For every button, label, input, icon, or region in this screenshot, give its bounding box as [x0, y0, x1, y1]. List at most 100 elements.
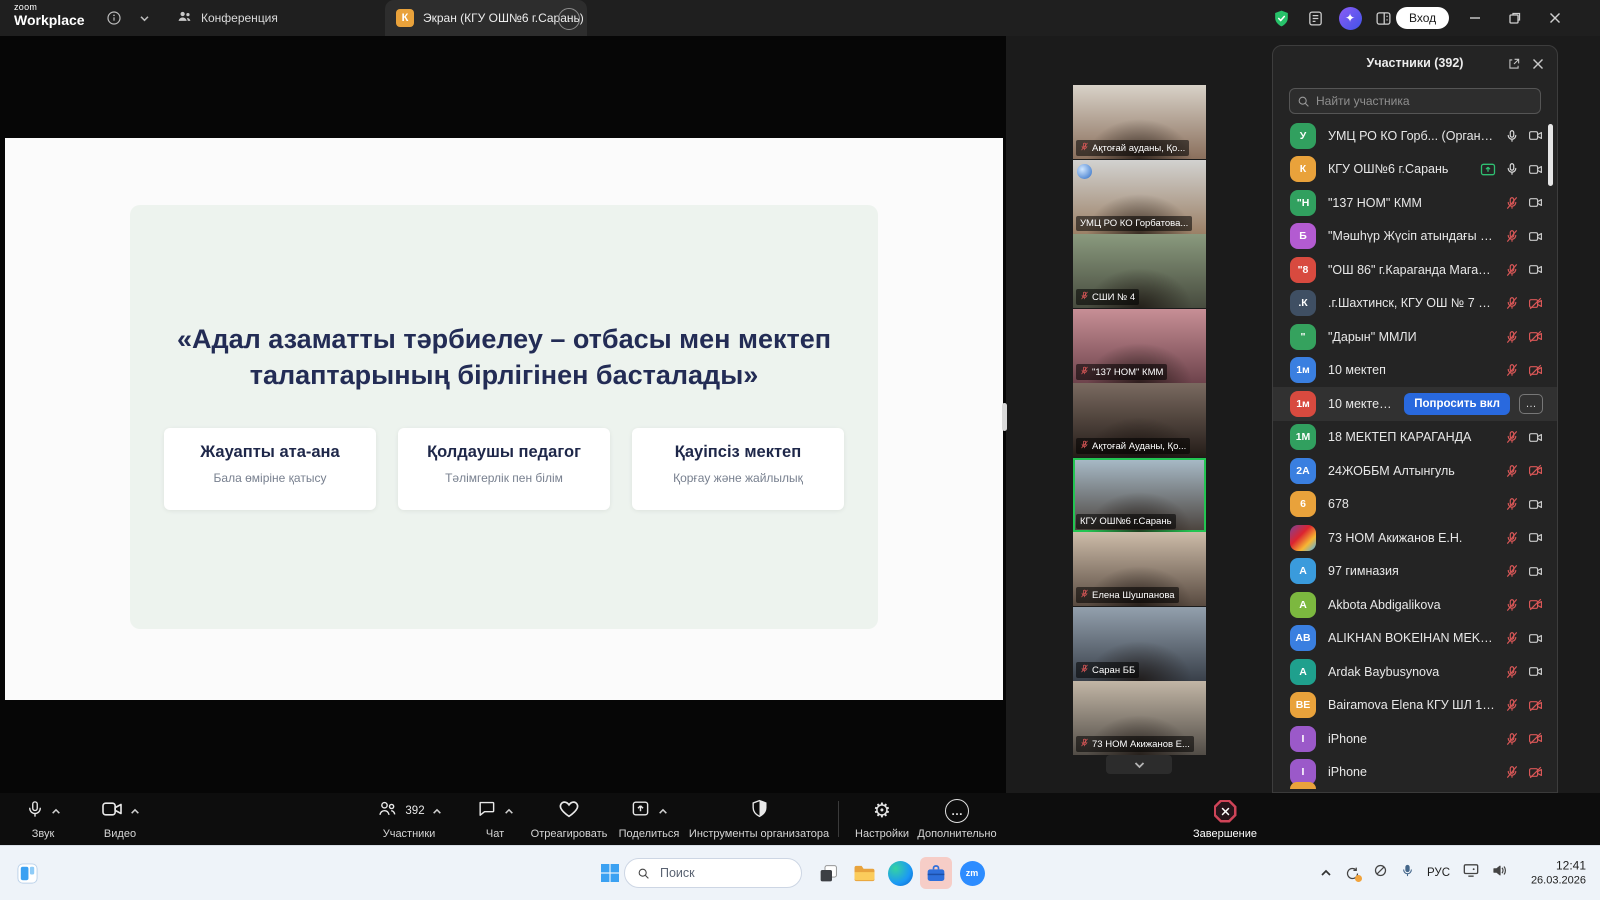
participant-row[interactable]: IiPhone [1273, 756, 1557, 790]
filmstrip-scroll-down-button[interactable] [1106, 755, 1172, 774]
tab-more-icon[interactable]: … [558, 8, 580, 30]
participant-row[interactable]: УУМЦ РО КО Горб... (Организатор, я) [1273, 119, 1557, 153]
start-button[interactable] [594, 846, 626, 900]
tray-chevron-up-icon[interactable] [1320, 864, 1332, 882]
video-tile[interactable]: Елена Шушпанова [1073, 532, 1206, 606]
mic-muted-icon [1080, 366, 1089, 378]
apps-icon[interactable] [1370, 0, 1396, 36]
video-tile[interactable]: УМЦ РО КО Горбатова... [1073, 160, 1206, 234]
signin-button[interactable]: Вход [1396, 7, 1449, 29]
panel-close-icon[interactable] [1529, 55, 1547, 73]
end-meeting-button[interactable]: Завершение [1184, 799, 1266, 840]
video-tile-nameplate: Ақтоғай ауданы, Қо... [1076, 140, 1189, 156]
participant-row[interactable]: "8"ОШ 86" г.Караганда Магавьянова ... [1273, 253, 1557, 287]
tray-mic-icon[interactable] [1401, 863, 1414, 883]
participant-name: .г.Шахтинск, КГУ ОШ № 7 Даниленк... [1328, 296, 1497, 310]
participant-row[interactable]: "Н"137 НОМ" КММ [1273, 186, 1557, 220]
participant-row[interactable]: 1м10 мектеп әлеуметті...Попросить вкл… [1273, 387, 1557, 421]
chevron-down-icon[interactable] [132, 0, 156, 36]
audio-button[interactable]: Звук [14, 799, 72, 840]
participant-row[interactable]: 1м10 мектеп [1273, 354, 1557, 388]
tab-screen-share[interactable]: К Экран (КГУ ОШ№6 г.Сарань) [385, 0, 587, 36]
participant-row[interactable]: 6678 [1273, 488, 1557, 522]
video-tile[interactable]: СШИ № 4 [1073, 234, 1206, 308]
slide-scrollbar[interactable] [1002, 403, 1007, 431]
mic-muted-icon [1505, 229, 1519, 243]
participant-row[interactable]: 1М18 МЕКТЕП КАРАГАНДА [1273, 421, 1557, 455]
tray-display-icon[interactable] [1463, 863, 1479, 883]
participant-status-icons [1505, 129, 1543, 143]
tray-date: 26.03.2026 [1531, 874, 1586, 889]
tray-time: 12:41 [1531, 857, 1586, 873]
settings-button[interactable]: ⚙ Настройки [851, 799, 913, 840]
chat-chevron-icon[interactable] [504, 802, 514, 820]
video-tile[interactable]: "137 НОМ" КММ [1073, 309, 1206, 383]
participant-row[interactable]: IiPhone [1273, 722, 1557, 756]
participant-row[interactable]: АArdak Baybusynova [1273, 655, 1557, 689]
taskbar-clock[interactable]: 12:41 26.03.2026 [1531, 857, 1586, 888]
taskbar-search[interactable] [624, 858, 802, 888]
participant-search-input[interactable] [1289, 88, 1541, 114]
ai-companion-icon[interactable]: ✦ [1336, 0, 1364, 36]
participant-status-icons [1505, 363, 1543, 377]
language-indicator[interactable]: РУС [1427, 867, 1450, 879]
video-tile[interactable]: Ақтоғай Ауданы, Қо... [1073, 383, 1206, 457]
edge-browser-icon[interactable] [884, 846, 916, 900]
file-explorer-icon[interactable] [848, 846, 880, 900]
participant-row[interactable]: .К.г.Шахтинск, КГУ ОШ № 7 Даниленк... [1273, 287, 1557, 321]
video-button[interactable]: Видео [89, 799, 151, 840]
camera-off-icon [1528, 766, 1543, 779]
video-tile-nameplate: "137 НОМ" КММ [1076, 364, 1167, 380]
react-label: Отреагировать [531, 828, 608, 840]
video-tile[interactable]: Ақтоғай ауданы, Қо... [1073, 85, 1206, 159]
widgets-icon[interactable] [12, 846, 42, 900]
participant-row[interactable]: А97 гимназия [1273, 555, 1557, 589]
taskbar-search-input[interactable] [658, 865, 772, 881]
avatar: А [1290, 558, 1316, 584]
tab-conference[interactable]: Конференция [176, 0, 278, 36]
tray-volume-icon[interactable] [1492, 863, 1508, 883]
participant-row[interactable]: 73 НОМ Акижанов Е.Н. [1273, 521, 1557, 555]
participant-row[interactable]: АВALIKHAN BOKEIHAN MEKTEBI [1273, 622, 1557, 656]
more-button[interactable]: … Дополнительно [914, 799, 1000, 840]
react-button[interactable]: Отреагировать [528, 799, 610, 840]
active-app-icon[interactable] [918, 846, 954, 900]
camera-icon [1528, 665, 1543, 678]
participant-row[interactable]: ""Дарын" ММЛИ [1273, 320, 1557, 354]
task-view-icon[interactable] [812, 846, 844, 900]
close-icon[interactable] [1540, 0, 1570, 36]
participant-row[interactable]: АAkbota Abdigalikova [1273, 588, 1557, 622]
maximize-icon[interactable] [1500, 0, 1530, 36]
notes-icon[interactable] [1302, 0, 1328, 36]
participant-name: Bairamova Elena КГУ ШЛ 1 Сарань [1328, 698, 1497, 712]
minimize-icon[interactable] [1460, 0, 1490, 36]
audio-chevron-icon[interactable] [51, 802, 61, 820]
zoom-app-icon[interactable]: zm [956, 846, 988, 900]
popout-icon[interactable] [1505, 55, 1523, 73]
video-tile[interactable]: Саран ББ [1073, 607, 1206, 681]
participants-scrollbar[interactable] [1548, 124, 1553, 186]
video-tile[interactable]: 73 НОМ Акижанов Е... [1073, 681, 1206, 755]
mic-muted-icon [1505, 698, 1519, 712]
participants-chevron-icon[interactable] [432, 802, 442, 820]
mic-icon [26, 798, 44, 825]
participants-button[interactable]: 392 Участники [362, 799, 456, 840]
shield-check-icon[interactable] [1268, 0, 1294, 36]
participant-row[interactable]: ККГУ ОШ№6 г.Сарань [1273, 153, 1557, 187]
participant-status-icons: Попросить вкл … [1404, 393, 1543, 415]
chat-button[interactable]: Чат [465, 799, 525, 840]
info-icon[interactable] [100, 0, 128, 36]
share-chevron-icon[interactable] [658, 802, 668, 820]
ask-to-unmute-button[interactable]: Попросить вкл [1404, 393, 1510, 415]
video-tile-active[interactable]: КГУ ОШ№6 г.Сарань [1073, 458, 1206, 532]
share-button[interactable]: Поделиться [612, 799, 686, 840]
participant-row[interactable]: 2А24ЖОББМ Алтынгуль [1273, 454, 1557, 488]
video-chevron-icon[interactable] [130, 802, 140, 820]
host-tools-button[interactable]: Инструменты организатора [694, 799, 824, 840]
participant-more-button[interactable]: … [1519, 394, 1543, 414]
participant-row[interactable]: ВЕBairamova Elena КГУ ШЛ 1 Сарань [1273, 689, 1557, 723]
tray-blocked-icon[interactable] [1373, 863, 1388, 883]
video-tile-name: Елена Шушпанова [1092, 590, 1175, 601]
tray-sync-icon[interactable] [1345, 866, 1360, 881]
participant-row[interactable]: Б"Мәшһүр Жүсіп атындағы ЖББМ" К... [1273, 220, 1557, 254]
